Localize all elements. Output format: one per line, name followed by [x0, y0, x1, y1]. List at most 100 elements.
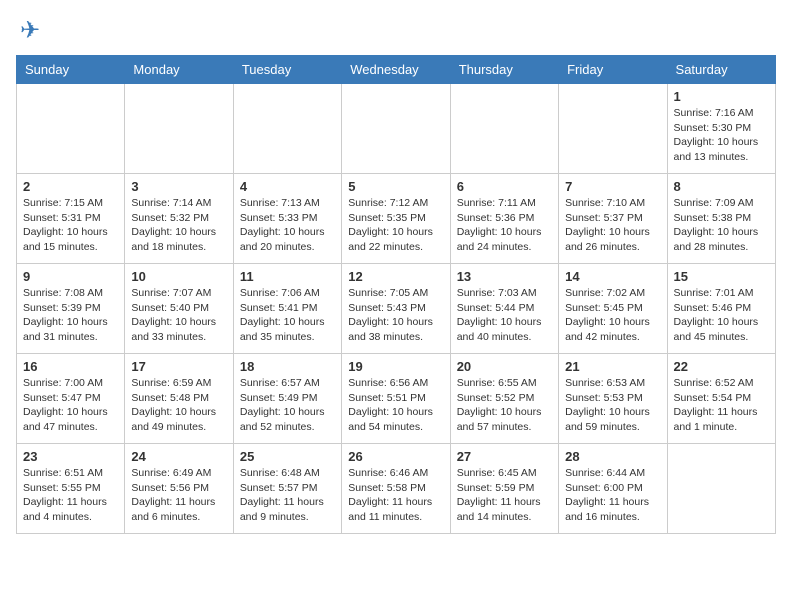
day-number: 4 [240, 179, 335, 194]
day-number: 18 [240, 359, 335, 374]
calendar-cell [233, 84, 341, 174]
day-info: Sunrise: 7:00 AM Sunset: 5:47 PM Dayligh… [23, 376, 118, 435]
day-number: 20 [457, 359, 552, 374]
calendar-cell: 1 Sunrise: 7:16 AM Sunset: 5:30 PM Daylig… [667, 84, 775, 174]
calendar-cell: 6 Sunrise: 7:11 AM Sunset: 5:36 PM Daylig… [450, 174, 558, 264]
calendar-cell: 14 Sunrise: 7:02 AM Sunset: 5:45 PM Dayli… [559, 264, 667, 354]
calendar-cell: 22 Sunrise: 6:52 AM Sunset: 5:54 PM Dayli… [667, 354, 775, 444]
day-number: 11 [240, 269, 335, 284]
day-info: Sunrise: 6:48 AM Sunset: 5:57 PM Dayligh… [240, 466, 335, 525]
calendar-cell: 24 Sunrise: 6:49 AM Sunset: 5:56 PM Dayli… [125, 444, 233, 534]
calendar-table: SundayMondayTuesdayWednesdayThursdayFrid… [16, 55, 776, 534]
day-info: Sunrise: 6:59 AM Sunset: 5:48 PM Dayligh… [131, 376, 226, 435]
calendar-cell [125, 84, 233, 174]
calendar-cell: 23 Sunrise: 6:51 AM Sunset: 5:55 PM Dayli… [17, 444, 125, 534]
day-number: 2 [23, 179, 118, 194]
calendar-cell: 20 Sunrise: 6:55 AM Sunset: 5:52 PM Dayli… [450, 354, 558, 444]
calendar-cell [559, 84, 667, 174]
calendar-cell: 2 Sunrise: 7:15 AM Sunset: 5:31 PM Daylig… [17, 174, 125, 264]
day-info: Sunrise: 6:49 AM Sunset: 5:56 PM Dayligh… [131, 466, 226, 525]
calendar-cell: 4 Sunrise: 7:13 AM Sunset: 5:33 PM Daylig… [233, 174, 341, 264]
calendar-week-2: 9 Sunrise: 7:08 AM Sunset: 5:39 PM Daylig… [17, 264, 776, 354]
calendar-header-thursday: Thursday [450, 56, 558, 84]
day-info: Sunrise: 7:03 AM Sunset: 5:44 PM Dayligh… [457, 286, 552, 345]
day-number: 21 [565, 359, 660, 374]
calendar-cell: 8 Sunrise: 7:09 AM Sunset: 5:38 PM Daylig… [667, 174, 775, 264]
day-number: 12 [348, 269, 443, 284]
day-info: Sunrise: 6:51 AM Sunset: 5:55 PM Dayligh… [23, 466, 118, 525]
calendar-week-1: 2 Sunrise: 7:15 AM Sunset: 5:31 PM Daylig… [17, 174, 776, 264]
logo-bird-icon: ✈ [20, 16, 40, 45]
calendar-cell [17, 84, 125, 174]
day-number: 27 [457, 449, 552, 464]
day-number: 17 [131, 359, 226, 374]
calendar-header-saturday: Saturday [667, 56, 775, 84]
day-info: Sunrise: 7:13 AM Sunset: 5:33 PM Dayligh… [240, 196, 335, 255]
day-info: Sunrise: 7:10 AM Sunset: 5:37 PM Dayligh… [565, 196, 660, 255]
day-info: Sunrise: 7:11 AM Sunset: 5:36 PM Dayligh… [457, 196, 552, 255]
day-number: 6 [457, 179, 552, 194]
day-number: 19 [348, 359, 443, 374]
calendar-cell: 5Sunrise: 7:12 AM Sunset: 5:35 PM Daylig… [342, 174, 450, 264]
day-number: 14 [565, 269, 660, 284]
day-number: 24 [131, 449, 226, 464]
day-info: Sunrise: 7:14 AM Sunset: 5:32 PM Dayligh… [131, 196, 226, 255]
day-info: Sunrise: 7:07 AM Sunset: 5:40 PM Dayligh… [131, 286, 226, 345]
calendar-header-tuesday: Tuesday [233, 56, 341, 84]
calendar-cell: 28 Sunrise: 6:44 AM Sunset: 6:00 PM Dayli… [559, 444, 667, 534]
day-number: 16 [23, 359, 118, 374]
calendar-cell: 17 Sunrise: 6:59 AM Sunset: 5:48 PM Dayli… [125, 354, 233, 444]
calendar-cell: 16 Sunrise: 7:00 AM Sunset: 5:47 PM Dayli… [17, 354, 125, 444]
calendar-cell: 12 Sunrise: 7:05 AM Sunset: 5:43 PM Dayli… [342, 264, 450, 354]
calendar-header-monday: Monday [125, 56, 233, 84]
day-number: 7 [565, 179, 660, 194]
day-info: Sunrise: 6:52 AM Sunset: 5:54 PM Dayligh… [674, 376, 769, 435]
day-number: 28 [565, 449, 660, 464]
day-number: 9 [23, 269, 118, 284]
calendar-week-3: 16 Sunrise: 7:00 AM Sunset: 5:47 PM Dayli… [17, 354, 776, 444]
day-info: Sunrise: 6:46 AM Sunset: 5:58 PM Dayligh… [348, 466, 443, 525]
day-info: Sunrise: 6:45 AM Sunset: 5:59 PM Dayligh… [457, 466, 552, 525]
day-info: Sunrise: 7:08 AM Sunset: 5:39 PM Dayligh… [23, 286, 118, 345]
day-number: 25 [240, 449, 335, 464]
day-info: Sunrise: 7:15 AM Sunset: 5:31 PM Dayligh… [23, 196, 118, 255]
calendar-cell: 11 Sunrise: 7:06 AM Sunset: 5:41 PM Dayli… [233, 264, 341, 354]
calendar-cell [342, 84, 450, 174]
day-number: 13 [457, 269, 552, 284]
calendar-cell [450, 84, 558, 174]
calendar-cell: 9 Sunrise: 7:08 AM Sunset: 5:39 PM Daylig… [17, 264, 125, 354]
day-number: 8 [674, 179, 769, 194]
day-info: Sunrise: 7:05 AM Sunset: 5:43 PM Dayligh… [348, 286, 443, 345]
calendar-header-friday: Friday [559, 56, 667, 84]
calendar-cell: 18Sunrise: 6:57 AM Sunset: 5:49 PM Dayli… [233, 354, 341, 444]
day-info: Sunrise: 7:06 AM Sunset: 5:41 PM Dayligh… [240, 286, 335, 345]
day-info: Sunrise: 7:12 AM Sunset: 5:35 PM Dayligh… [348, 196, 443, 255]
day-number: 3 [131, 179, 226, 194]
calendar-header-row: SundayMondayTuesdayWednesdayThursdayFrid… [17, 56, 776, 84]
day-number: 1 [674, 89, 769, 104]
calendar-cell: 25 Sunrise: 6:48 AM Sunset: 5:57 PM Dayli… [233, 444, 341, 534]
day-number: 26 [348, 449, 443, 464]
day-info: Sunrise: 6:55 AM Sunset: 5:52 PM Dayligh… [457, 376, 552, 435]
calendar-cell: 3 Sunrise: 7:14 AM Sunset: 5:32 PM Daylig… [125, 174, 233, 264]
calendar-week-4: 23 Sunrise: 6:51 AM Sunset: 5:55 PM Dayli… [17, 444, 776, 534]
day-info: Sunrise: 6:44 AM Sunset: 6:00 PM Dayligh… [565, 466, 660, 525]
day-info: Sunrise: 7:02 AM Sunset: 5:45 PM Dayligh… [565, 286, 660, 345]
calendar-cell: 27 Sunrise: 6:45 AM Sunset: 5:59 PM Dayli… [450, 444, 558, 534]
calendar-cell: 19Sunrise: 6:56 AM Sunset: 5:51 PM Dayli… [342, 354, 450, 444]
calendar-cell: 26 Sunrise: 6:46 AM Sunset: 5:58 PM Dayli… [342, 444, 450, 534]
calendar-cell: 7 Sunrise: 7:10 AM Sunset: 5:37 PM Daylig… [559, 174, 667, 264]
day-info: Sunrise: 7:16 AM Sunset: 5:30 PM Dayligh… [674, 106, 769, 165]
day-number: 15 [674, 269, 769, 284]
day-number: 23 [23, 449, 118, 464]
day-info: Sunrise: 7:09 AM Sunset: 5:38 PM Dayligh… [674, 196, 769, 255]
calendar-header-wednesday: Wednesday [342, 56, 450, 84]
calendar-header-sunday: Sunday [17, 56, 125, 84]
day-number: 22 [674, 359, 769, 374]
calendar-cell: 10 Sunrise: 7:07 AM Sunset: 5:40 PM Dayli… [125, 264, 233, 354]
day-info: Sunrise: 6:53 AM Sunset: 5:53 PM Dayligh… [565, 376, 660, 435]
calendar-cell [667, 444, 775, 534]
calendar-cell: 15Sunrise: 7:01 AM Sunset: 5:46 PM Dayli… [667, 264, 775, 354]
logo: ✈ [16, 16, 40, 45]
day-number: 10 [131, 269, 226, 284]
